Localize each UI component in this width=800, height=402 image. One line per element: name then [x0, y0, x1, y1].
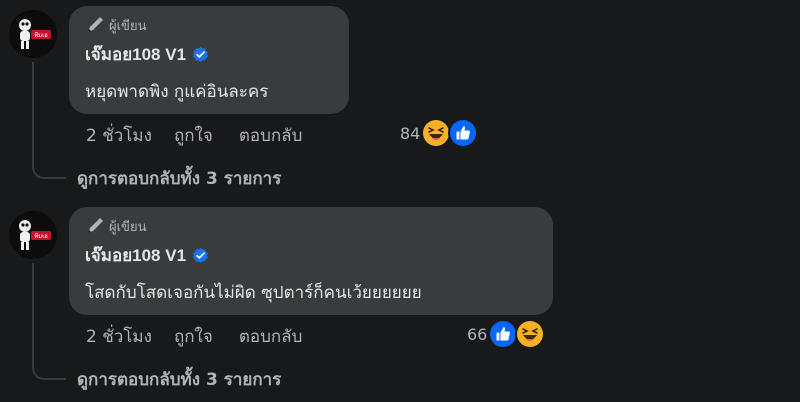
reactions-summary[interactable]: 84: [400, 118, 479, 148]
pen-icon: [88, 17, 103, 32]
reactions-summary[interactable]: 66: [467, 319, 546, 349]
author-badge: ผู้เขียน: [85, 14, 331, 36]
comment-bubble: ผู้เขียน เจ๊มอย108 V1 หยุดพาดพิง กูแค่อิ…: [69, 6, 349, 114]
reaction-count: 66: [467, 324, 488, 344]
view-replies-link[interactable]: ดูการตอบกลับทั้ง 3 รายการ: [77, 165, 281, 192]
like-button[interactable]: ถูกใจ: [174, 122, 213, 149]
avatar[interactable]: ทีมเฮ: [9, 211, 57, 259]
comment-actions: 2 ชั่วโมง ถูกใจ ตอบกลับ: [86, 122, 328, 148]
comment-bubble: ผู้เขียน เจ๊มอย108 V1 โสดกับโสดเจอกันไม่…: [69, 207, 553, 315]
reaction-count: 84: [400, 123, 421, 143]
timestamp-link[interactable]: 2 ชั่วโมง: [86, 323, 152, 350]
like-button[interactable]: ถูกใจ: [174, 323, 213, 350]
author-name[interactable]: เจ๊มอย108 V1: [85, 41, 186, 68]
thread-connector: [32, 62, 66, 179]
haha-icon: [421, 118, 452, 148]
haha-icon: [515, 319, 546, 349]
view-replies-link[interactable]: ดูการตอบกลับทั้ง 3 รายการ: [77, 366, 281, 393]
author-badge-label: ผู้เขียน: [109, 18, 147, 34]
reply-button[interactable]: ตอบกลับ: [239, 122, 303, 149]
comment-thread: ทีมเฮ ผู้เขียน เจ๊มอย108 V1 โสดกับโสดเจอ…: [0, 201, 800, 402]
avatar[interactable]: ทีมเฮ: [9, 10, 57, 58]
verified-badge-icon: [193, 46, 208, 62]
avatar-label: ทีมเฮ: [34, 31, 48, 39]
avatar-label: ทีมเฮ: [34, 232, 48, 240]
author-badge: ผู้เขียน: [85, 215, 535, 237]
reply-button[interactable]: ตอบกลับ: [239, 323, 303, 350]
pen-icon: [88, 218, 103, 233]
thread-connector: [32, 263, 66, 380]
like-icon: [448, 118, 479, 148]
verified-badge-icon: [193, 247, 208, 263]
like-icon: [488, 319, 519, 349]
author-name[interactable]: เจ๊มอย108 V1: [85, 242, 186, 269]
comment-actions: 2 ชั่วโมง ถูกใจ ตอบกลับ: [86, 323, 328, 349]
author-badge-label: ผู้เขียน: [109, 219, 147, 235]
comment-thread: ทีมเฮ ผู้เขียน เจ๊มอย108 V1 หยุดพาดพิง ก…: [0, 0, 800, 201]
timestamp-link[interactable]: 2 ชั่วโมง: [86, 122, 152, 149]
comment-text: หยุดพาดพิง กูแค่อินละคร: [85, 82, 269, 102]
comment-text: โสดกับโสดเจอกันไม่ผิด ซุปตาร์ก็คนเว้ยยยย…: [85, 283, 422, 303]
